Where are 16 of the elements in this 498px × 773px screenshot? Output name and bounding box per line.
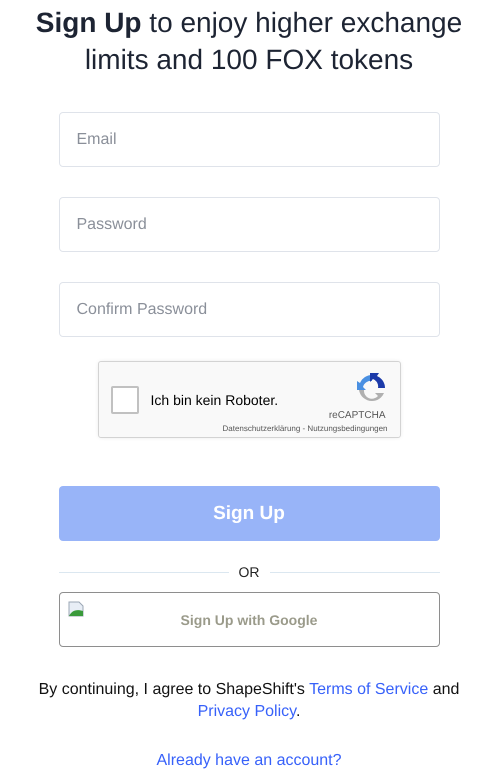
page-heading: Sign Up to enjoy higher exchange limits and 100 FOX tokens <box>34 6 464 77</box>
divider-label: OR <box>238 564 260 580</box>
text-field[interactable]: Confirm Password <box>58 282 440 337</box>
broken-image-icon <box>68 601 84 617</box>
terms-link[interactable]: Terms of Service <box>309 681 428 698</box>
text-field[interactable]: Password <box>58 197 440 252</box>
google-sign-up-button[interactable]: Sign Up with Google <box>58 592 440 647</box>
captcha-label: Ich bin kein Roboter. <box>150 392 278 408</box>
terms-text: By continuing, I agree to ShapeShift's Terms of Service and Privacy Policy. <box>38 680 460 722</box>
captcha-checkbox[interactable] <box>110 386 138 414</box>
text-field[interactable]: Email <box>58 112 440 167</box>
captcha-links[interactable]: Datenschutzerklärung - Nutzungsbedingungen <box>222 424 388 433</box>
privacy-link[interactable]: Privacy Policy <box>198 703 296 720</box>
login-link[interactable]: Already have an account? <box>156 752 342 770</box>
refresh-arrows-icon <box>356 372 388 404</box>
captcha-brand: reCAPTCHA <box>328 410 386 421</box>
